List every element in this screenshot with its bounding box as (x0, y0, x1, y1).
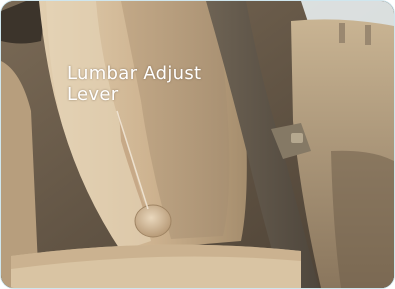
photo-frame: Lumbar Adjust Lever (0, 0, 395, 289)
callout-line-1: Lumbar Adjust (67, 63, 202, 84)
car-seat-photo (1, 1, 394, 288)
lumbar-lever-callout: Lumbar Adjust Lever (67, 63, 237, 105)
callout-line-2: Lever (67, 84, 119, 105)
